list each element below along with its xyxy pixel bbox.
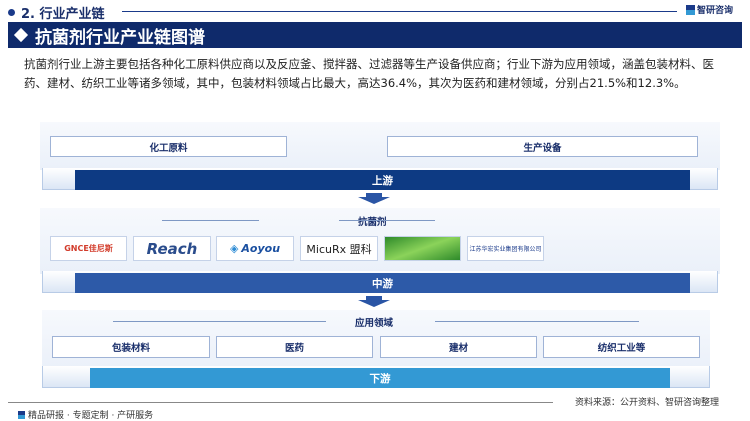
brand-logo: 智研咨询: [686, 3, 733, 16]
brand-icon: [18, 410, 25, 419]
arrow-down-icon: [358, 193, 390, 204]
divider: [113, 321, 326, 322]
downstream-item: 医药: [216, 336, 373, 358]
divider: [435, 321, 639, 322]
diamond-icon: [13, 27, 29, 43]
downstream-item: 建材: [380, 336, 537, 358]
footer-tagline: 精品研报 · 专题定制 · 产研服务: [18, 408, 153, 421]
logo-aoyou: ◈ Aoyou: [216, 236, 294, 261]
source-note: 资料来源：公开资料、智研咨询整理: [575, 398, 720, 408]
midstream-label: 抗菌剂: [358, 217, 387, 228]
downstream-item: 纺织工业等: [543, 336, 700, 358]
description: 抗菌剂行业上游主要包括各种化工原料供应商以及反应釜、搅拌器、过滤器等生产设备供应…: [24, 57, 714, 90]
arrow-down-icon: [358, 296, 390, 307]
upstream-bar: 上游: [75, 170, 690, 190]
downstream-item: 包装材料: [52, 336, 210, 358]
logo-reach: Reach: [133, 236, 211, 261]
logo-gnce: GNCE佳尼斯: [50, 236, 127, 261]
divider: [339, 220, 435, 221]
logo-micurx: MicuRx 盟科: [300, 236, 378, 261]
divider: [162, 220, 259, 221]
logo-green: [384, 236, 461, 261]
upstream-item: 生产设备: [387, 136, 698, 157]
brand-icon: [686, 4, 695, 15]
downstream-bar: 下游: [90, 368, 670, 388]
midstream-bar: 中游: [75, 273, 690, 293]
upstream-item: 化工原料: [50, 136, 287, 157]
downstream-label: 应用领域: [355, 318, 394, 329]
logo-huahong: 江苏华宏实业集团有限公司: [467, 236, 544, 261]
section-header: 2. 行业产业链: [8, 3, 105, 22]
footer-divider: [8, 402, 553, 403]
bullet-icon: [8, 9, 15, 16]
page-title: 抗菌剂行业产业链图谱: [8, 22, 742, 48]
divider: [122, 11, 677, 12]
